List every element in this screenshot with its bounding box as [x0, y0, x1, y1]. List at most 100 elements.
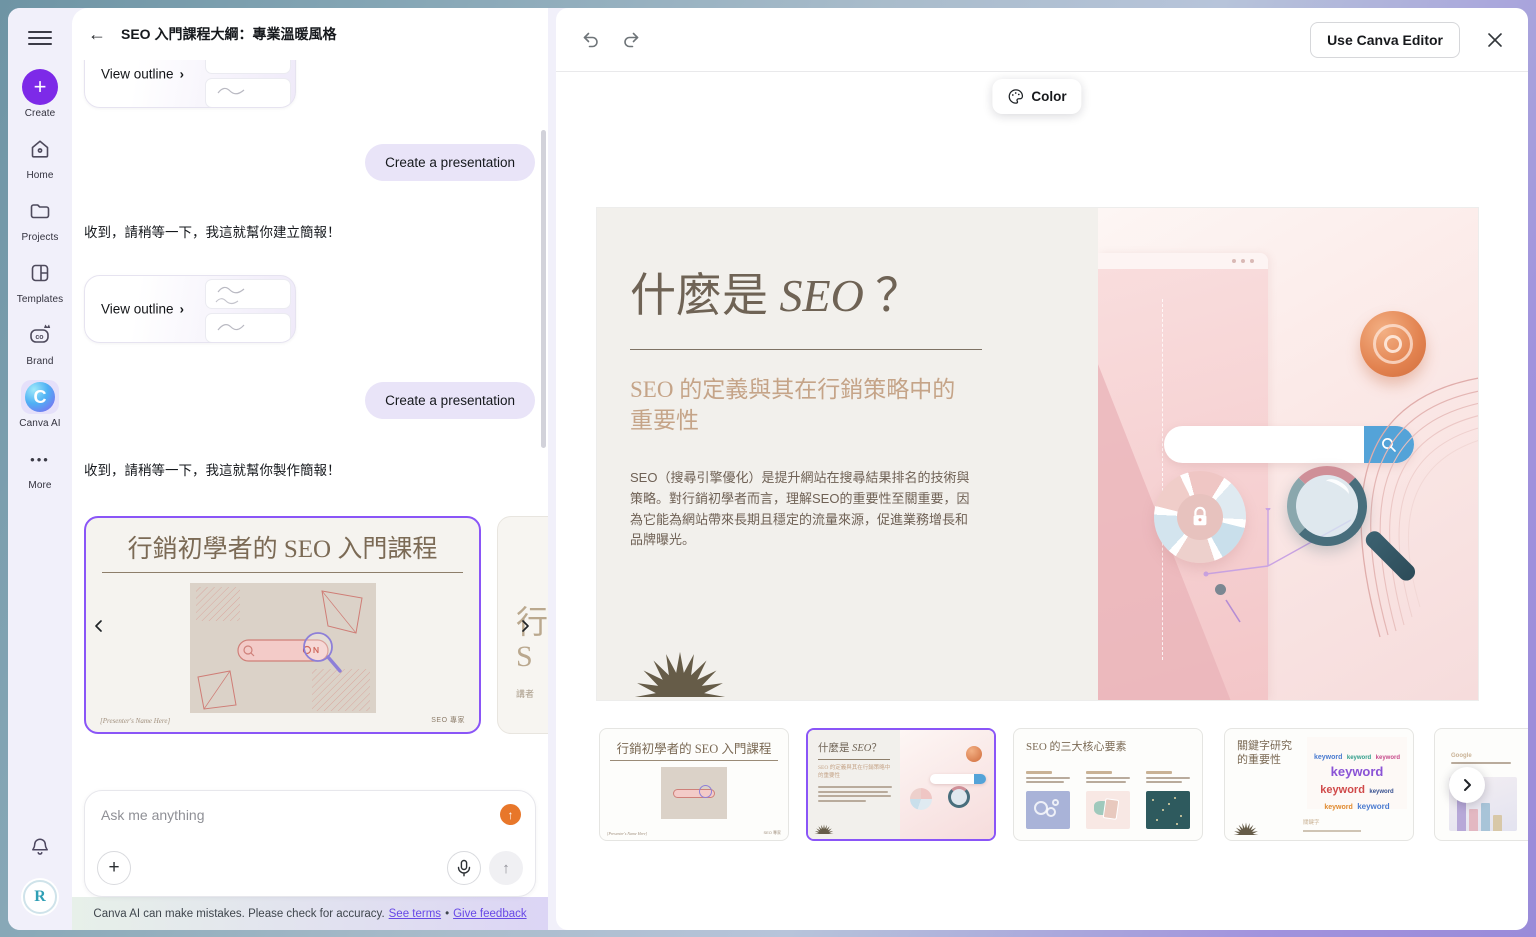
view-outline-card[interactable]: View outline› — [84, 275, 296, 343]
thumbnail-column — [1086, 771, 1134, 829]
sidebar-item-templates[interactable]: Templates — [10, 256, 70, 305]
ai-disclaimer: Canva AI can make mistakes. Please check… — [72, 897, 548, 930]
slide-canvas[interactable]: 什麼是 SEO ？ SEO 的定義與其在行銷策略中的重要性 SEO（搜尋引擎優化… — [596, 207, 1479, 701]
give-feedback-link[interactable]: Give feedback — [453, 908, 527, 920]
chevron-right-icon — [1459, 777, 1475, 793]
slide-title: 什麼是 SEO ？ — [630, 259, 1098, 325]
sidebar-item-label: Home — [26, 170, 53, 181]
text-line — [1146, 781, 1182, 783]
notifications-bell-icon[interactable] — [28, 835, 52, 864]
plus-icon: + — [22, 69, 58, 105]
thumbnail-presenter: [Presenter's Name Here] — [607, 831, 647, 836]
chevron-right-icon: › — [180, 67, 184, 82]
microphone-icon — [456, 859, 472, 877]
text-line — [1146, 771, 1172, 774]
starburst-shape — [1233, 822, 1259, 840]
pie-chart-graphic — [1154, 471, 1246, 563]
sidebar-item-more[interactable]: ••• More — [10, 442, 70, 491]
starburst-shape — [814, 821, 834, 839]
send-button[interactable]: ↑ — [489, 851, 523, 885]
canva-app-window: + Create Home Projects Templates co — [8, 8, 1528, 930]
sidebar-item-label: More — [28, 480, 51, 491]
sidebar-item-home[interactable]: Home — [10, 132, 70, 181]
outline-page-preview — [205, 313, 291, 343]
thumbnail-caption: 關鍵字 — [1303, 818, 1320, 826]
more-icon: ••• — [30, 452, 50, 467]
thumbnail-title: Google — [1451, 753, 1528, 759]
view-outline-button[interactable]: View outline› — [101, 67, 184, 82]
sidebar-item-canva-ai[interactable]: C Canva AI — [10, 380, 70, 429]
close-icon[interactable] — [1484, 29, 1506, 51]
outline-page-preview — [205, 60, 291, 74]
slide-thumbnail-4[interactable]: 關鍵字研究的重要性 keyword keyword keyword keywor… — [1224, 728, 1414, 841]
chat-message-list[interactable]: View outline› Create a presentation 收到，請… — [72, 60, 548, 782]
carousel-slide-preview[interactable]: 行銷初學者的 SEO 入門課程 — [84, 516, 481, 734]
text-line — [1303, 830, 1361, 832]
chat-panel: ← SEO 入門課程大綱：專業溫暖風格 View outline› Create… — [72, 8, 548, 930]
sidebar-item-label: Projects — [22, 232, 59, 243]
divider — [102, 572, 463, 573]
keyword-cloud-graphic: keyword keyword keyword keyword keyword … — [1307, 737, 1407, 809]
text-line — [818, 791, 888, 793]
slide-preview-illustration — [190, 583, 376, 713]
slide-thumbnail-1[interactable]: 行銷初學者的 SEO 入門課程 [Presenter's Name Here] … — [599, 728, 789, 841]
back-arrow-icon[interactable]: ← — [88, 25, 106, 43]
slide-thumbnail-3[interactable]: SEO 的三大核心要素 — [1013, 728, 1203, 841]
color-button-label: Color — [1031, 89, 1066, 104]
thumbnail-column — [1026, 771, 1074, 829]
use-canva-editor-button[interactable]: Use Canva Editor — [1310, 22, 1460, 58]
text-line — [1146, 777, 1190, 779]
disclaimer-text: Canva AI can make mistakes. Please check… — [93, 908, 384, 920]
text-line — [1086, 771, 1112, 774]
ai-message: 收到，請稍等一下，我這就幫你建立簡報！ — [84, 221, 535, 241]
svg-text:co: co — [35, 334, 43, 341]
thumbnail-title: 什麼是 SEO？ — [818, 740, 904, 755]
sidebar-item-label: Create — [25, 108, 56, 119]
thumbnail-badge: SEO 專家 — [763, 830, 781, 836]
lock-icon — [1189, 505, 1211, 529]
text-line — [1026, 781, 1064, 783]
brand-icon: co — [21, 318, 59, 352]
chat-title: SEO 入門課程大綱：專業溫暖風格 — [121, 24, 336, 44]
slide-presenter-label: [Presenter's Name Here] — [100, 717, 170, 725]
chat-scrollbar[interactable] — [541, 130, 546, 448]
chat-input[interactable] — [101, 807, 431, 823]
text-line — [1026, 777, 1070, 779]
credits-up-icon[interactable]: ↑ — [500, 804, 521, 825]
carousel-next-icon[interactable] — [517, 618, 533, 634]
user-message-bubble: Create a presentation — [365, 144, 535, 181]
plus-icon: + — [108, 858, 119, 877]
view-outline-button[interactable]: View outline› — [101, 302, 184, 317]
add-attachment-button[interactable]: + — [97, 851, 131, 885]
undo-icon[interactable] — [580, 29, 602, 51]
color-button[interactable]: Color — [992, 79, 1081, 114]
sidebar-item-create[interactable]: + Create — [10, 70, 70, 119]
thumbnails-next-button[interactable] — [1449, 767, 1485, 803]
slide-thumbnail-2-selected[interactable]: 什麼是 SEO？ SEO 的定義與其在行銷策略中的重要性 — [806, 728, 996, 841]
thumbnail-title: 行銷初學者的 SEO 入門課程 — [600, 738, 788, 757]
separator-dot: • — [445, 908, 449, 920]
see-terms-link[interactable]: See terms — [389, 908, 441, 920]
slide-subtitle: SEO 的定義與其在行銷策略中的重要性 — [630, 374, 965, 436]
canva-ai-icon: C — [25, 382, 55, 412]
sidebar-item-label: Templates — [17, 294, 63, 305]
templates-icon — [21, 256, 59, 290]
sidebar-item-projects[interactable]: Projects — [10, 194, 70, 243]
sidebar-item-brand[interactable]: co Brand — [10, 318, 70, 367]
menu-icon[interactable] — [28, 26, 52, 50]
magnifier-lens-graphic — [1287, 466, 1367, 546]
voice-input-button[interactable] — [447, 851, 481, 885]
slide-preview-title: 行銷初學者的 SEO 入門課程 — [86, 529, 479, 565]
sidebar-item-label: Brand — [26, 356, 53, 367]
text-line — [818, 795, 891, 797]
slide-preview-title: S — [516, 640, 548, 675]
redo-icon[interactable] — [620, 29, 642, 51]
view-outline-card[interactable]: View outline› — [84, 60, 296, 108]
carousel-prev-icon[interactable] — [91, 618, 107, 634]
thumbnail-column — [1146, 771, 1194, 829]
user-avatar[interactable]: R — [23, 880, 57, 914]
text-line — [1086, 777, 1130, 779]
editor-toolbar: Use Canva Editor — [556, 8, 1528, 72]
text-line — [818, 800, 866, 802]
thumbnail-subtitle: SEO 的定義與其在行銷策略中的重要性 — [818, 765, 894, 780]
